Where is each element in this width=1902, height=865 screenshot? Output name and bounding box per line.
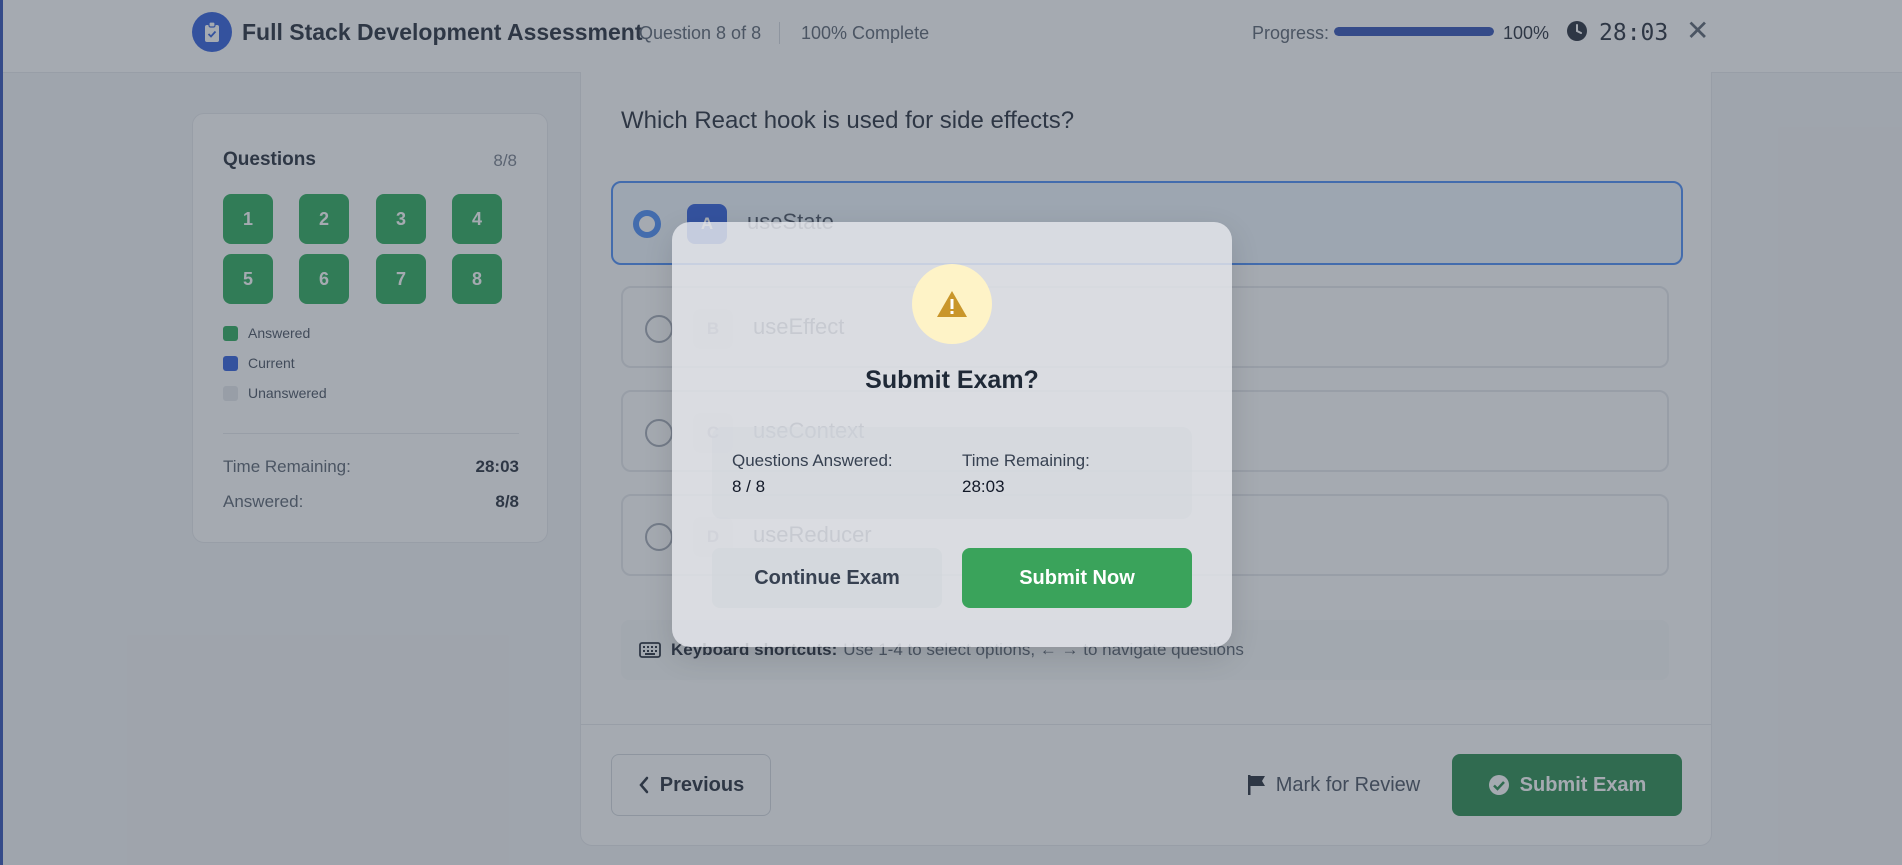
questions-answered-value: 8 / 8 (732, 477, 766, 496)
questions-answered-stat: Questions Answered: 8 / 8 (732, 451, 893, 497)
submit-now-button[interactable]: Submit Now (962, 548, 1192, 608)
dialog-time-label: Time Remaining: (962, 451, 1090, 470)
dialog-title: Submit Exam? (865, 366, 1039, 394)
dialog-stats: Questions Answered: 8 / 8 Time Remaining… (712, 427, 1192, 519)
submit-confirm-dialog: Submit Exam? Questions Answered: 8 / 8 T… (672, 222, 1232, 647)
dialog-time-value: 28:03 (962, 477, 1005, 496)
questions-answered-label: Questions Answered: (732, 451, 893, 470)
time-remaining-stat: Time Remaining: 28:03 (962, 451, 1090, 497)
warning-icon (912, 264, 992, 344)
continue-exam-button[interactable]: Continue Exam (712, 548, 942, 608)
